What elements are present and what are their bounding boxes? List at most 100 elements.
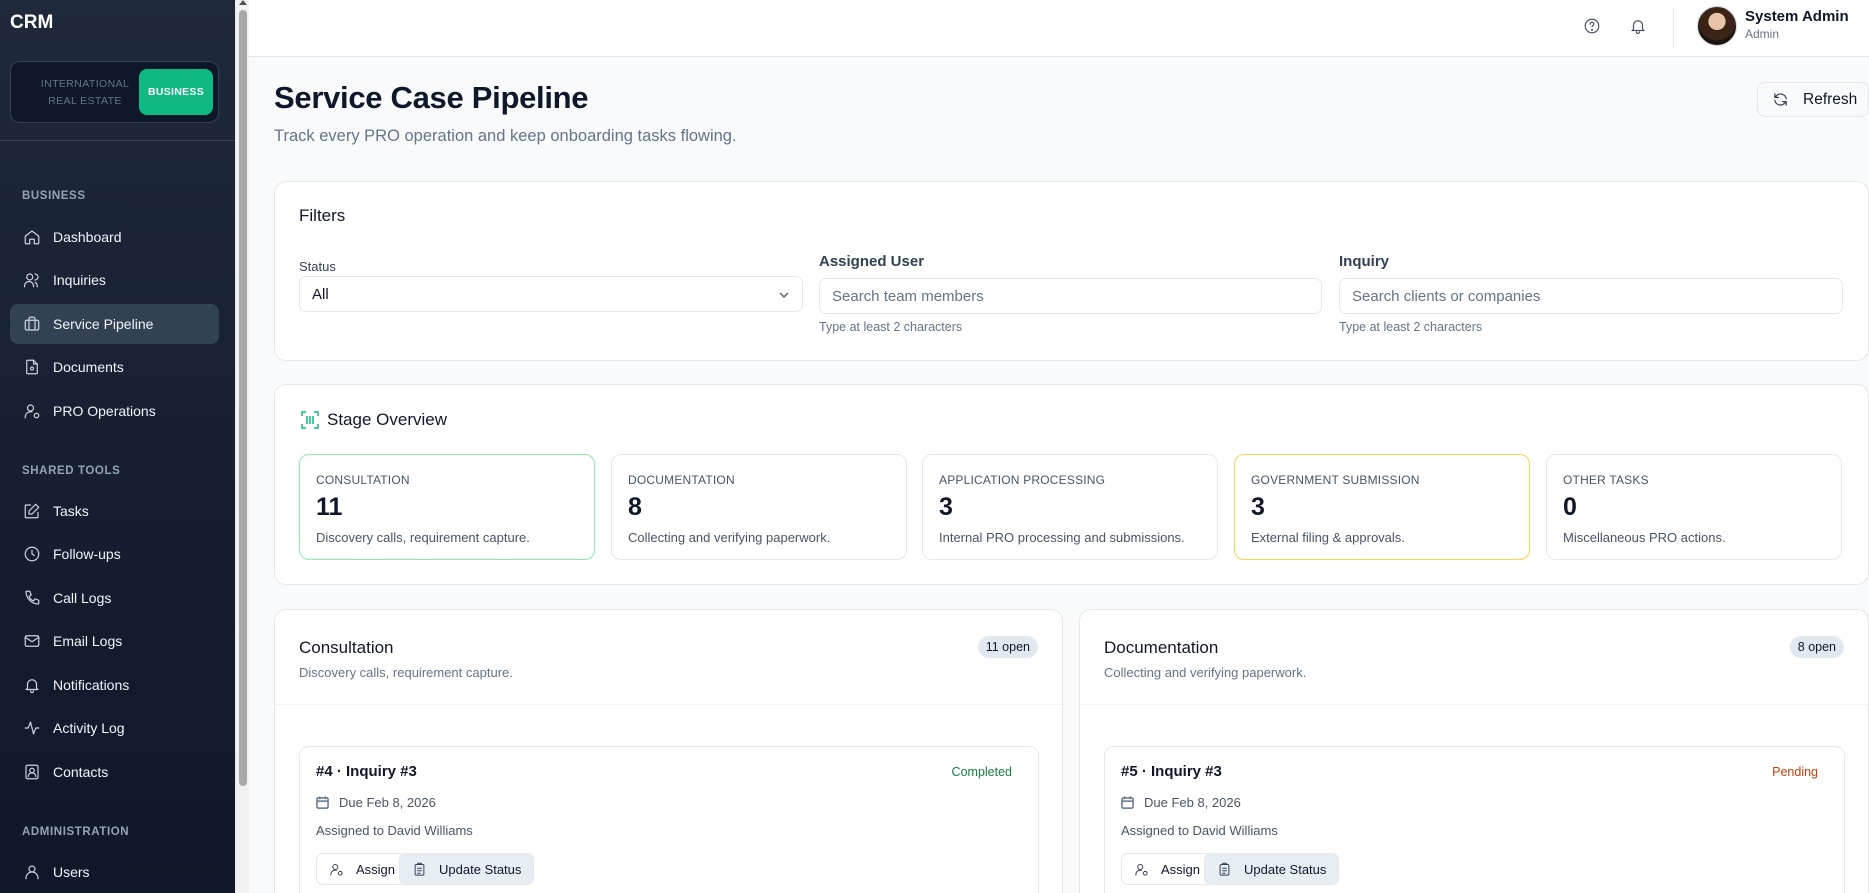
stage-stat-desc: Collecting and verifying paperwork.	[628, 530, 831, 545]
sidebar-item-inquiries[interactable]: Inquiries	[10, 260, 219, 300]
stage-stat-label: APPLICATION PROCESSING	[939, 473, 1106, 487]
stage-stat-desc: Discovery calls, requirement capture.	[316, 530, 530, 545]
sidebar-item-follow-ups[interactable]: Follow-ups	[10, 534, 219, 574]
sidebar-item-tasks[interactable]: Tasks	[10, 491, 219, 531]
task-card[interactable]: #5 · Inquiry #3 Pending Due Feb 8, 2026 …	[1104, 746, 1845, 893]
user-name[interactable]: System Admin	[1745, 8, 1849, 25]
stage-stat-desc: Internal PRO processing and submissions.	[939, 530, 1185, 545]
sidebar-item-label: Activity Log	[53, 720, 125, 736]
stage-stat-desc: External filing & approvals.	[1251, 530, 1405, 545]
update-status-label: Update Status	[439, 861, 522, 877]
assigned-user-input[interactable]	[819, 278, 1322, 314]
update-status-button[interactable]: Update Status	[399, 853, 535, 885]
calendar-icon	[1121, 796, 1134, 809]
sidebar-item-label: Call Logs	[53, 590, 112, 606]
stage-stat-documentation[interactable]: DOCUMENTATION 8 Collecting and verifying…	[611, 454, 907, 560]
sidebar-item-users[interactable]: Users	[10, 852, 219, 892]
status-select[interactable]: All	[299, 276, 803, 312]
user-role: Admin	[1745, 27, 1780, 41]
status-select-value: All	[312, 285, 329, 303]
sidebar-item-service-pipeline[interactable]: Service Pipeline	[10, 304, 219, 344]
sidebar-item-label: Inquiries	[53, 272, 106, 288]
task-assignee: Assigned to David Williams	[316, 823, 473, 838]
stage-stat-consultation[interactable]: CONSULTATION 11 Discovery calls, require…	[299, 454, 595, 560]
clipboard-icon	[414, 862, 425, 876]
brand-logo[interactable]: CRM	[10, 12, 53, 34]
user-cog-icon	[1135, 863, 1148, 876]
column-subtitle: Discovery calls, requirement capture.	[299, 665, 513, 680]
assign-label: Assign	[1161, 861, 1201, 877]
user-icon	[22, 862, 42, 882]
workspace-option-business[interactable]: BUSINESS	[139, 69, 213, 115]
header-divider	[1673, 8, 1674, 48]
sidebar-item-pro-operations[interactable]: PRO Operations	[10, 391, 219, 431]
column-divider	[1080, 704, 1868, 705]
task-due-date: Due Feb 8, 2026	[1121, 795, 1241, 810]
pipeline-column-consultation: Consultation Discovery calls, requiremen…	[274, 609, 1063, 893]
task-due-date: Due Feb 8, 2026	[316, 795, 436, 810]
stage-overview-title: Stage Overview	[327, 410, 447, 429]
assign-button[interactable]: Assign	[316, 853, 409, 885]
column-divider	[275, 704, 1062, 705]
workspace-option-real-estate[interactable]: INTERNATIONAL REAL ESTATE	[25, 76, 145, 110]
status-badge: Completed	[951, 765, 1012, 779]
sidebar-item-label: Follow-ups	[53, 546, 121, 562]
sidebar: CRM INTERNATIONAL REAL ESTATE BUSINESS B…	[0, 0, 235, 893]
sidebar-item-label: PRO Operations	[53, 403, 156, 419]
sidebar-item-email-logs[interactable]: Email Logs	[10, 621, 219, 661]
sidebar-item-documents[interactable]: Documents	[10, 347, 219, 387]
edit-icon	[22, 501, 42, 521]
stage-stat-value: 3	[939, 493, 953, 521]
sidebar-item-call-logs[interactable]: Call Logs	[10, 578, 219, 618]
section-label-administration: ADMINISTRATION	[22, 826, 130, 838]
stage-stat-other-tasks[interactable]: OTHER TASKS 0 Miscellaneous PRO actions.	[1546, 454, 1842, 560]
sidebar-item-activity-log[interactable]: Activity Log	[10, 708, 219, 748]
refresh-icon	[1774, 93, 1787, 106]
stage-stat-label: CONSULTATION	[316, 473, 410, 487]
update-status-button[interactable]: Update Status	[1204, 853, 1340, 885]
activity-icon	[22, 718, 42, 738]
notifications-bell-icon[interactable]	[1626, 14, 1650, 38]
clock-icon	[22, 544, 42, 564]
task-title[interactable]: #5 · Inquiry #3	[1121, 763, 1222, 780]
column-title: Consultation	[299, 638, 394, 657]
top-bar: System Admin Admin	[249, 0, 1869, 57]
sidebar-item-notifications[interactable]: Notifications	[10, 665, 219, 705]
status-label: Status	[299, 259, 336, 274]
stage-stat-value: 3	[1251, 493, 1265, 521]
scrollbar-thumb[interactable]	[239, 10, 247, 786]
sidebar-item-contacts[interactable]: Contacts	[10, 752, 219, 792]
assigned-user-hint: Type at least 2 characters	[819, 320, 963, 334]
task-assignee: Assigned to David Williams	[1121, 823, 1278, 838]
stage-stat-government-submission[interactable]: GOVERNMENT SUBMISSION 3 External filing …	[1234, 454, 1530, 560]
stage-overview-card: Stage Overview CONSULTATION 11 Discovery…	[274, 384, 1869, 585]
scroll-up-arrow-icon[interactable]	[239, 0, 247, 5]
sidebar-item-label: Notifications	[53, 677, 130, 693]
mail-icon	[22, 631, 42, 651]
document-icon	[22, 357, 42, 377]
workspace-switcher: INTERNATIONAL REAL ESTATE BUSINESS	[10, 61, 219, 123]
sidebar-item-label: Email Logs	[53, 633, 123, 649]
inquiry-hint: Type at least 2 characters	[1339, 320, 1483, 334]
inquiry-input[interactable]	[1339, 278, 1843, 314]
avatar[interactable]	[1697, 6, 1737, 46]
briefcase-icon	[22, 314, 42, 334]
task-title[interactable]: #4 · Inquiry #3	[316, 763, 417, 780]
help-icon[interactable]	[1580, 14, 1604, 38]
stage-stat-label: OTHER TASKS	[1563, 473, 1649, 487]
refresh-label: Refresh	[1803, 90, 1858, 108]
chevron-down-icon	[778, 288, 790, 300]
section-label-business: BUSINESS	[22, 190, 86, 202]
sidebar-item-dashboard[interactable]: Dashboard	[10, 217, 219, 257]
section-label-shared-tools: SHARED TOOLS	[22, 465, 121, 477]
sidebar-item-label: Contacts	[53, 764, 109, 780]
sidebar-scrollbar[interactable]	[235, 0, 249, 893]
task-card[interactable]: #4 · Inquiry #3 Completed Due Feb 8, 202…	[299, 746, 1039, 893]
assign-button[interactable]: Assign	[1121, 853, 1214, 885]
open-count-badge: 11 open	[977, 636, 1038, 658]
filters-title: Filters	[299, 206, 346, 225]
refresh-button[interactable]: Refresh	[1757, 82, 1869, 117]
page-title: Service Case Pipeline	[274, 80, 589, 115]
assigned-user-label: Assigned User	[819, 253, 925, 270]
stage-stat-application-processing[interactable]: APPLICATION PROCESSING 3 Internal PRO pr…	[922, 454, 1218, 560]
